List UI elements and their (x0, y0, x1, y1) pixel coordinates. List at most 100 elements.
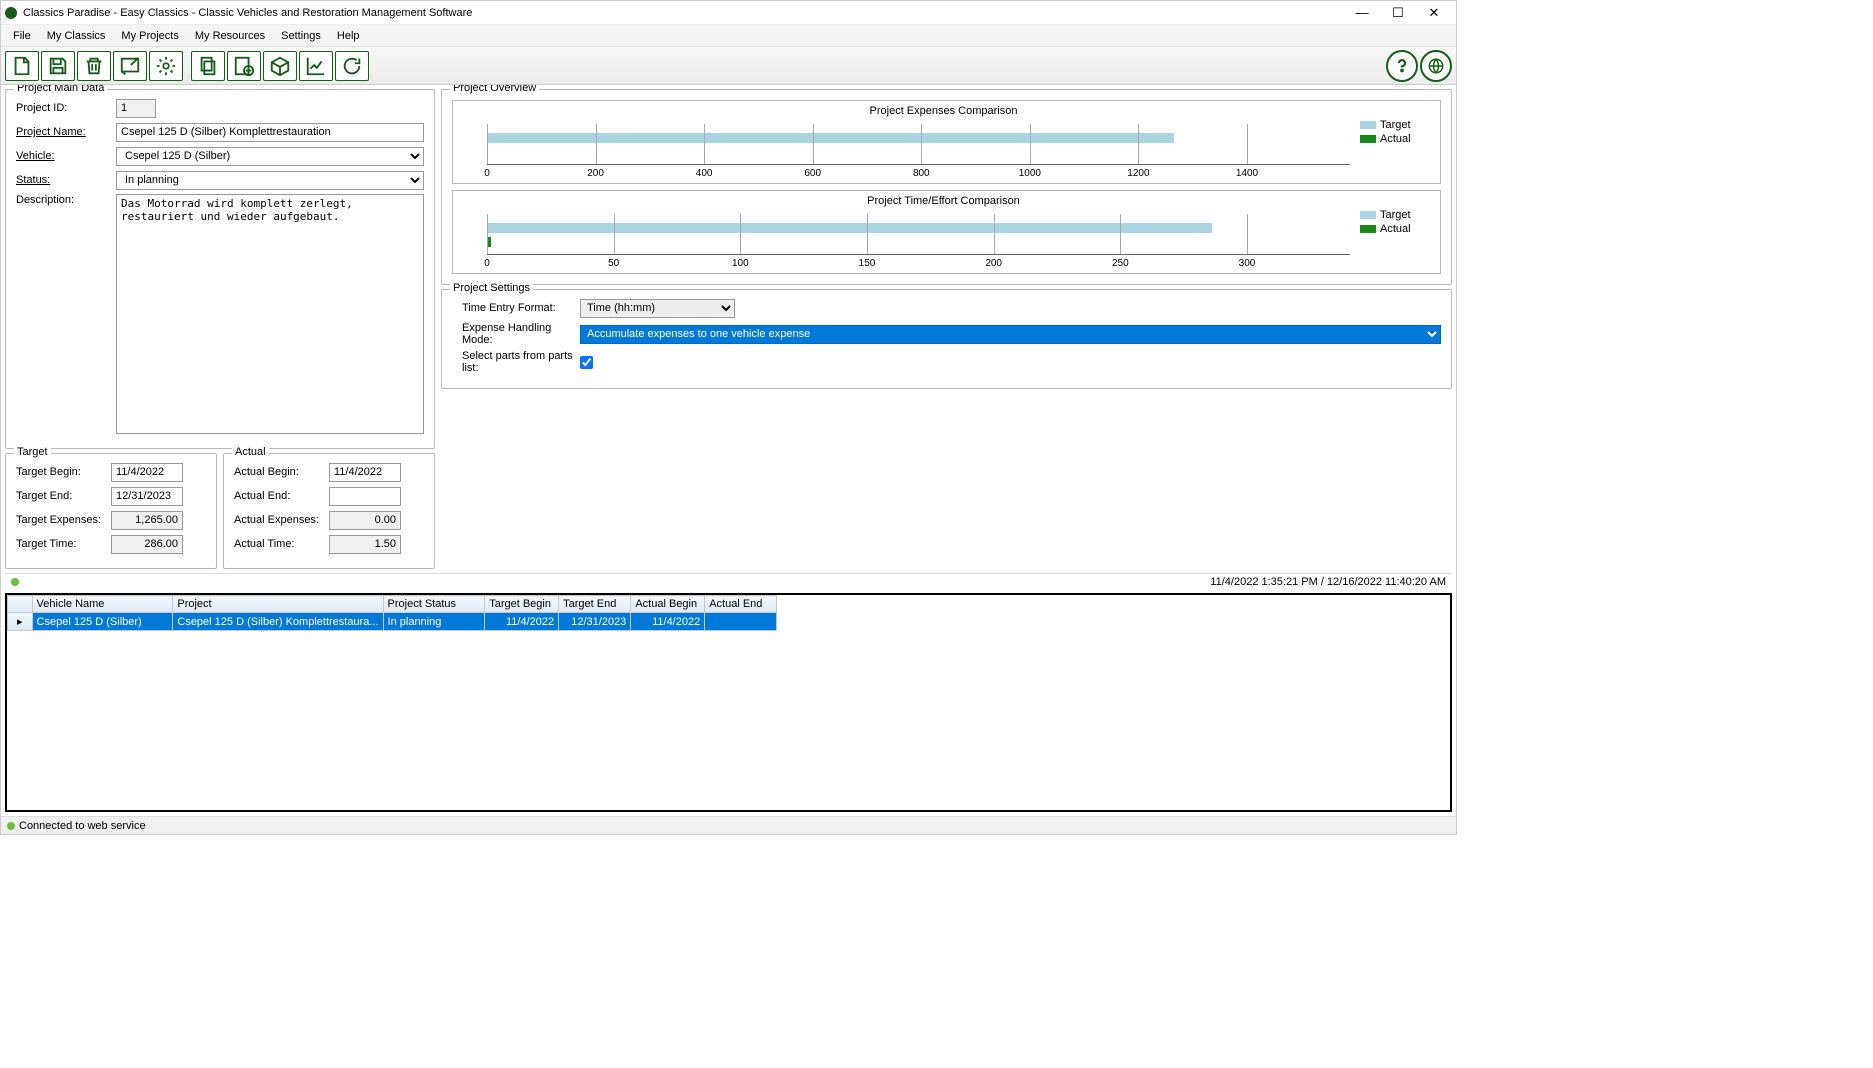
grid-header-vehicle[interactable]: Vehicle Name (32, 596, 173, 613)
maximize-button[interactable]: ☐ (1380, 2, 1416, 24)
legend-target: Target (1360, 209, 1430, 221)
actual-end-field[interactable] (329, 487, 401, 506)
target-begin-field[interactable] (111, 463, 183, 482)
time-format-label: Time Entry Format: (462, 302, 580, 314)
status-select[interactable]: In planning (116, 171, 424, 190)
minimize-button[interactable]: — (1344, 2, 1380, 24)
app-window: Classics Paradise - Easy Classics - Clas… (0, 0, 1457, 835)
globe-button[interactable] (1420, 50, 1452, 82)
project-main-data-legend: Project Main Data (14, 85, 107, 94)
grid-header-target-begin[interactable]: Target Begin (485, 596, 559, 613)
target-time-label: Target Time: (16, 538, 111, 550)
project-id-label: Project ID: (16, 102, 116, 114)
description-label: Description: (16, 194, 116, 206)
actual-end-label: Actual End: (234, 490, 329, 502)
vehicle-select[interactable]: Csepel 125 D (Silber) (116, 147, 424, 166)
copy-button[interactable] (191, 51, 225, 81)
grid-header-status[interactable]: Project Status (383, 596, 485, 613)
menu-my-classics[interactable]: My Classics (39, 25, 114, 46)
grid-row-indicator: ▸ (8, 613, 33, 631)
grid-cell-vehicle[interactable]: Csepel 125 D (Silber) (32, 613, 173, 631)
project-name-field[interactable] (116, 123, 424, 142)
grid-cell-actual-end[interactable] (705, 613, 777, 631)
grid-cell-target-begin[interactable]: 11/4/2022 (485, 613, 559, 631)
refresh-button[interactable] (335, 51, 369, 81)
help-button[interactable] (1386, 50, 1418, 82)
chart-button[interactable] (299, 51, 333, 81)
menu-my-resources[interactable]: My Resources (187, 25, 273, 46)
project-settings-fieldset: Project Settings Time Entry Format: Time… (441, 289, 1452, 389)
actual-begin-field[interactable] (329, 463, 401, 482)
status-timestamp: 11/4/2022 1:35:21 PM / 12/16/2022 11:40:… (1210, 576, 1446, 588)
app-icon (5, 7, 17, 19)
connection-status: Connected to web service (19, 820, 146, 832)
time-chart: Project Time/Effort Comparison0501001502… (452, 190, 1441, 274)
grid-header-rowselector[interactable] (8, 596, 33, 613)
grid-header-project[interactable]: Project (173, 596, 383, 613)
settings-gear-button[interactable] (149, 51, 183, 81)
time-format-select[interactable]: Time (hh:mm) (580, 299, 735, 318)
edit-button[interactable] (113, 51, 147, 81)
target-expenses-field (111, 511, 183, 530)
grid-cell-project[interactable]: Csepel 125 D (Silber) Komplettrestaura..… (173, 613, 383, 631)
grid-header-actual-end[interactable]: Actual End (705, 596, 777, 613)
menu-settings[interactable]: Settings (273, 25, 329, 46)
target-time-field (111, 535, 183, 554)
target-end-label: Target End: (16, 490, 111, 502)
actual-expenses-label: Actual Expenses: (234, 514, 329, 526)
target-legend: Target (14, 446, 51, 458)
toolbar (1, 47, 1456, 85)
expenses-chart: Project Expenses Comparison0200400600800… (452, 100, 1441, 184)
parts-list-checkbox[interactable] (580, 356, 593, 369)
status-dot-icon (11, 578, 19, 586)
grid-header-target-end[interactable]: Target End (559, 596, 631, 613)
legend-actual: Actual (1360, 133, 1430, 145)
chart-title: Project Time/Effort Comparison (457, 195, 1430, 207)
menubar: File My Classics My Projects My Resource… (1, 25, 1456, 47)
project-id-field (116, 99, 156, 118)
actual-begin-label: Actual Begin: (234, 466, 329, 478)
grid-row[interactable]: ▸ Csepel 125 D (Silber) Csepel 125 D (Si… (8, 613, 777, 631)
actual-legend: Actual (232, 446, 269, 458)
status-strip: 11/4/2022 1:35:21 PM / 12/16/2022 11:40:… (5, 573, 1452, 589)
delete-button[interactable] (77, 51, 111, 81)
actual-time-label: Actual Time: (234, 538, 329, 550)
legend-target: Target (1360, 119, 1430, 131)
window-title: Classics Paradise - Easy Classics - Clas… (23, 7, 1344, 19)
actual-fieldset: Actual Actual Begin: Actual End: Actual … (223, 453, 435, 569)
projects-grid[interactable]: Vehicle Name Project Project Status Targ… (5, 593, 1452, 812)
project-main-data-fieldset: Project Main Data Project ID: Project Na… (5, 89, 435, 449)
footer-statusbar: Connected to web service (1, 816, 1456, 834)
grid-header-row: Vehicle Name Project Project Status Targ… (8, 596, 777, 613)
vehicle-label: Vehicle: (16, 150, 116, 162)
grid-cell-actual-begin[interactable]: 11/4/2022 (631, 613, 705, 631)
grid-header-actual-begin[interactable]: Actual Begin (631, 596, 705, 613)
legend-actual: Actual (1360, 223, 1430, 235)
content: Project Main Data Project ID: Project Na… (1, 85, 1456, 816)
add-note-button[interactable] (227, 51, 261, 81)
connection-dot-icon (7, 822, 15, 830)
menu-my-projects[interactable]: My Projects (113, 25, 186, 46)
new-button[interactable] (5, 51, 39, 81)
menu-help[interactable]: Help (329, 25, 368, 46)
titlebar: Classics Paradise - Easy Classics - Clas… (1, 1, 1456, 25)
grid-cell-status[interactable]: In planning (383, 613, 485, 631)
project-name-label: Project Name: (16, 126, 116, 138)
chart-title: Project Expenses Comparison (457, 105, 1430, 117)
project-overview-fieldset: Project Overview Project Expenses Compar… (441, 89, 1452, 285)
close-button[interactable]: ✕ (1416, 2, 1452, 24)
actual-expenses-field (329, 511, 401, 530)
expense-mode-select[interactable]: Accumulate expenses to one vehicle expen… (580, 325, 1441, 344)
actual-time-field (329, 535, 401, 554)
status-label: Status: (16, 174, 116, 186)
target-expenses-label: Target Expenses: (16, 514, 111, 526)
target-end-field[interactable] (111, 487, 183, 506)
target-begin-label: Target Begin: (16, 466, 111, 478)
description-field[interactable]: Das Motorrad wird komplett zerlegt, rest… (116, 194, 424, 434)
expense-mode-label: Expense Handling Mode: (462, 322, 580, 346)
save-button[interactable] (41, 51, 75, 81)
grid-cell-target-end[interactable]: 12/31/2023 (559, 613, 631, 631)
project-overview-legend: Project Overview (450, 85, 539, 94)
package-button[interactable] (263, 51, 297, 81)
menu-file[interactable]: File (5, 25, 39, 46)
